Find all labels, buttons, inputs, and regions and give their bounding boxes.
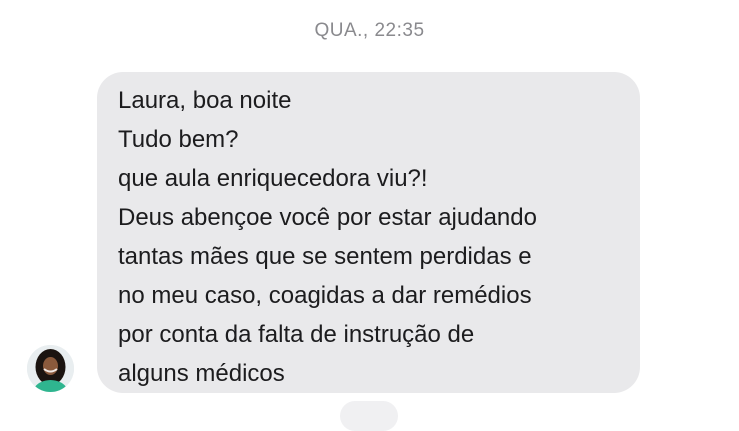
- message-line: que aula enriquecedora viu?!: [118, 165, 428, 192]
- sender-avatar[interactable]: [27, 345, 74, 392]
- message-timestamp: QUA., 22:35: [314, 20, 425, 41]
- message-line: Deus abençoe você por estar ajudando: [118, 204, 537, 231]
- incoming-message-bubble[interactable]: Laura, boa noite Tudo bem? que aula enri…: [97, 72, 640, 393]
- next-message-bubble-peek: [340, 401, 398, 431]
- message-line: tantas mães que se sentem perdidas e: [118, 243, 532, 270]
- message-line: Laura, boa noite: [118, 87, 292, 114]
- profile-photo-icon: [27, 345, 74, 392]
- message-line: no meu caso, coagidas a dar remédios: [118, 282, 532, 309]
- message-line: alguns médicos: [118, 360, 285, 387]
- message-line: Tudo bem?: [118, 126, 239, 153]
- message-line: por conta da falta de instrução de: [118, 321, 475, 348]
